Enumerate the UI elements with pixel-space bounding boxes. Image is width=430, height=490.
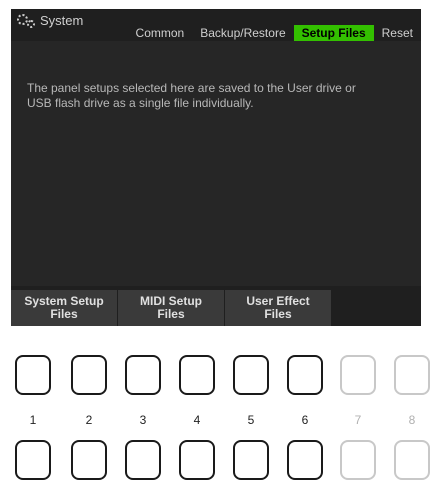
softkey-label: User Effect Files [246, 294, 310, 321]
upper-button-8[interactable] [394, 355, 430, 395]
gears-icon [17, 13, 35, 28]
button-number-6: 6 [301, 413, 309, 427]
lower-button-5[interactable] [233, 440, 269, 480]
description-text: The panel setups selected here are saved… [27, 81, 397, 111]
button-number-5: 5 [247, 413, 255, 427]
display-screen: System Common Backup/Restore Setup Files… [11, 9, 421, 326]
description-label: The panel setups selected here are saved… [27, 81, 356, 110]
title-bar: System Common Backup/Restore Setup Files… [11, 9, 421, 41]
lower-button-2[interactable] [71, 440, 107, 480]
softkey-user-effect-files[interactable]: User Effect Files [225, 290, 331, 326]
upper-button-4[interactable] [179, 355, 215, 395]
softkey-label: MIDI Setup Files [140, 294, 202, 321]
softkey-label: System Setup Files [24, 294, 104, 321]
upper-button-2[interactable] [71, 355, 107, 395]
button-number-4: 4 [193, 413, 201, 427]
softkey-bar: System Setup Files MIDI Setup Files User… [11, 290, 421, 326]
lower-button-6[interactable] [287, 440, 323, 480]
button-number-3: 3 [139, 413, 147, 427]
content-area: The panel setups selected here are saved… [11, 41, 421, 286]
softkey-midi-setup-files[interactable]: MIDI Setup Files [118, 290, 224, 326]
tab-common[interactable]: Common [128, 25, 193, 41]
lower-button-8[interactable] [394, 440, 430, 480]
tab-setup-files[interactable]: Setup Files [293, 25, 374, 41]
button-number-7: 7 [354, 413, 362, 427]
button-number-8: 8 [408, 413, 416, 427]
app-title-label: System [40, 13, 84, 28]
upper-button-3[interactable] [125, 355, 161, 395]
lower-button-4[interactable] [179, 440, 215, 480]
upper-button-7[interactable] [340, 355, 376, 395]
tab-backup-restore[interactable]: Backup/Restore [192, 25, 293, 41]
tab-bar: Common Backup/Restore Setup Files Reset [128, 25, 421, 41]
upper-button-1[interactable] [15, 355, 51, 395]
lower-button-7[interactable] [340, 440, 376, 480]
lower-button-3[interactable] [125, 440, 161, 480]
button-number-2: 2 [85, 413, 93, 427]
button-number-1: 1 [29, 413, 37, 427]
app-title: System [17, 13, 83, 28]
upper-button-6[interactable] [287, 355, 323, 395]
lower-button-1[interactable] [15, 440, 51, 480]
tab-reset[interactable]: Reset [374, 25, 421, 41]
upper-button-5[interactable] [233, 355, 269, 395]
softkey-empty [332, 290, 421, 326]
softkey-system-setup-files[interactable]: System Setup Files [11, 290, 117, 326]
